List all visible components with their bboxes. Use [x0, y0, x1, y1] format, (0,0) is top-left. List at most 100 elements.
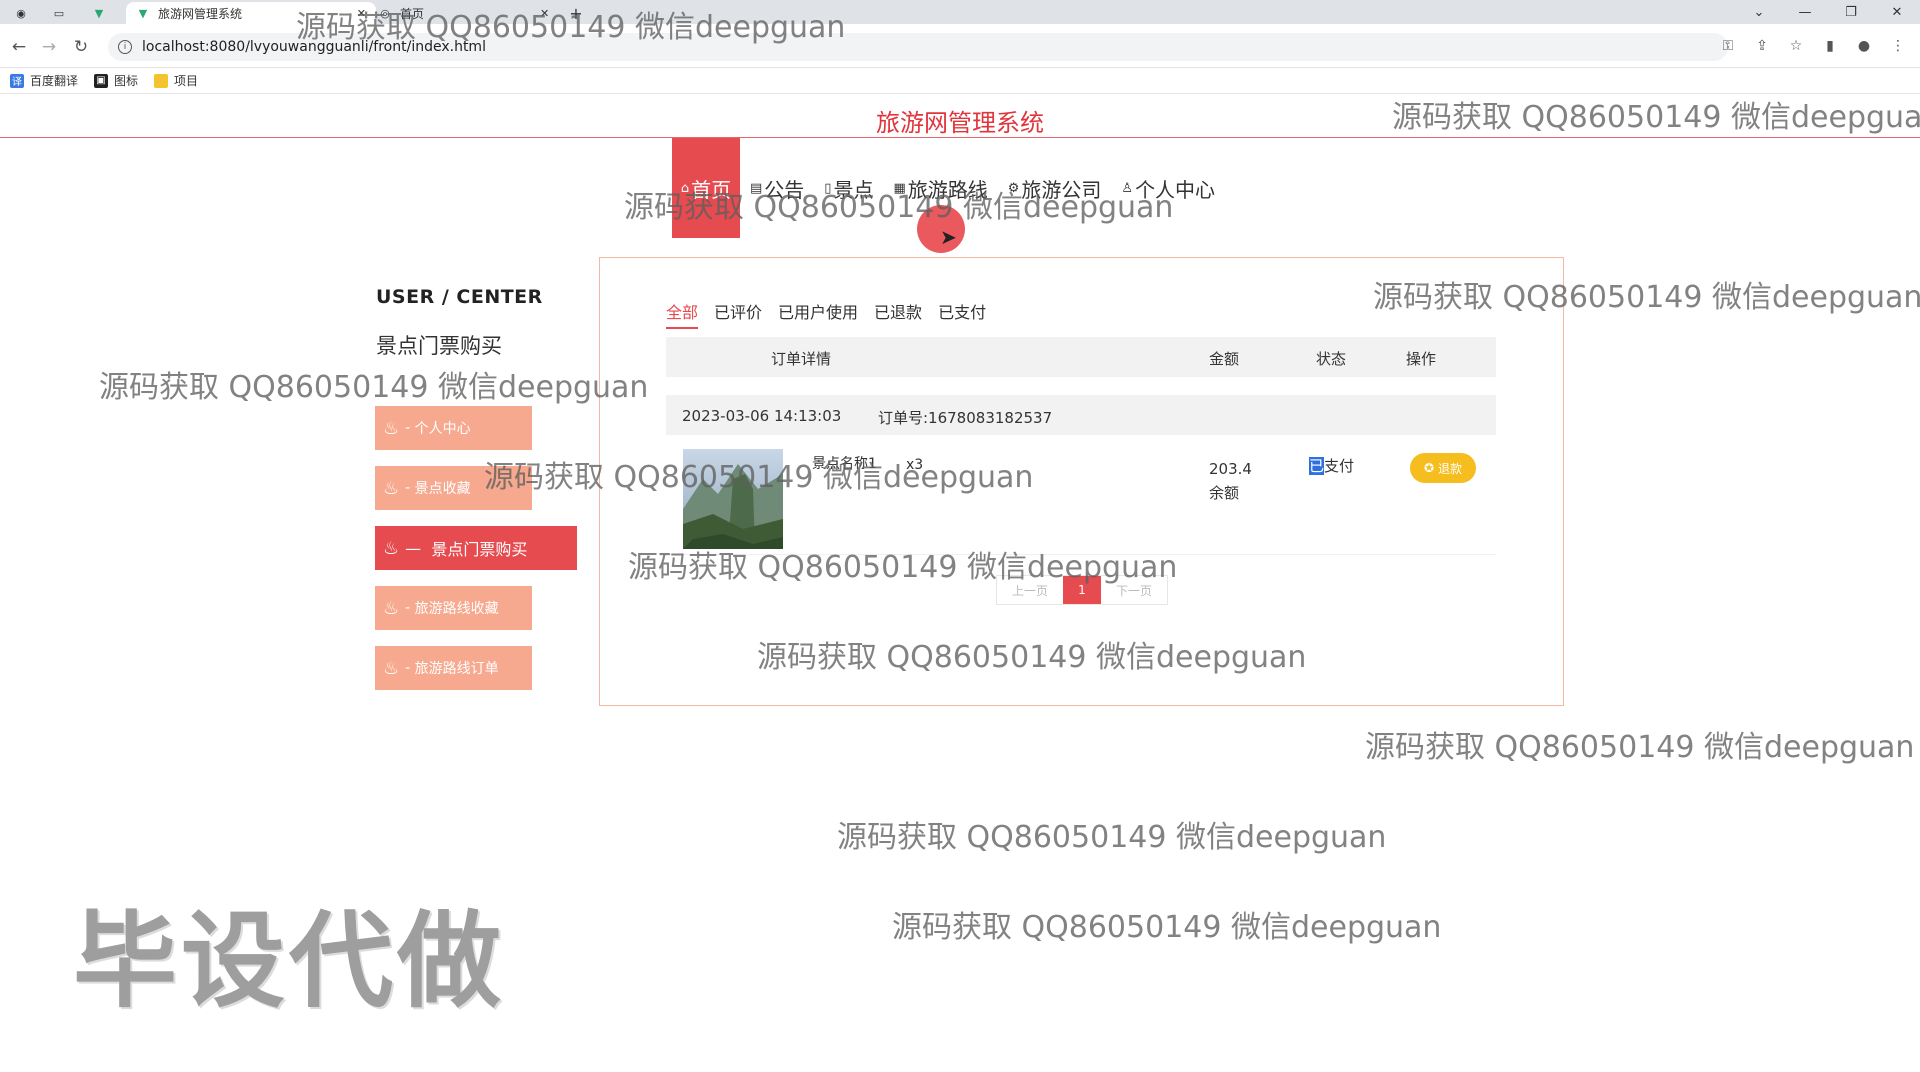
url-field[interactable]: i localhost:8080/lvyouwangguanli/front/i… [108, 33, 1728, 61]
bookmarks-bar: 译百度翻译 ▣ 图标 项目 [0, 68, 1920, 94]
forward-icon[interactable]: → [38, 36, 60, 58]
tab-used[interactable]: 已用户使用 [778, 299, 858, 329]
tab-reviewed[interactable]: 已评价 [714, 299, 762, 329]
item-prefix: - [405, 480, 411, 496]
vue-icon: ▼ [138, 6, 148, 20]
company-icon: ⚙ [1007, 180, 1020, 196]
address-bar-actions: ⚿ ⇪ ☆ ▮ ● ⋮ [1718, 36, 1908, 56]
user-center-heading: USER / CENTER [376, 286, 543, 308]
share-icon[interactable]: ⇪ [1752, 36, 1772, 56]
tab-pinned[interactable]: ◉ [14, 2, 36, 24]
item-prefix: — [405, 538, 422, 558]
tab2-title: 首页 [400, 6, 425, 21]
tab-vue[interactable]: ▼ [92, 2, 114, 24]
watermark: 源码获取 QQ86050149 微信deepguan [892, 910, 1442, 945]
site-info-icon[interactable]: i [118, 40, 132, 54]
tab-active[interactable]: ▼ 旅游网管理系统 ✕ [126, 2, 376, 24]
globe-icon: ◉ [16, 6, 26, 20]
watermark: 源码获取 QQ86050149 微信deepguan [1365, 730, 1915, 765]
bookmark-project[interactable]: 项目 [154, 72, 198, 89]
status-text: 支付 [1324, 457, 1355, 475]
scenic-icon: ▯ [824, 180, 832, 196]
tab-title: 旅游网管理系统 [158, 6, 243, 21]
tab-search-icon[interactable]: ⌄ [1736, 0, 1782, 24]
sidebar-item-user-center[interactable]: ♨ - 个人中心 [375, 406, 532, 450]
refund-button[interactable]: ✪ 退款 [1410, 453, 1476, 483]
nav-scenic[interactable]: ▯ 景点 [814, 138, 883, 238]
window-close-icon[interactable]: ✕ [1874, 0, 1920, 24]
bookmark-label: 图标 [114, 74, 139, 88]
refund-icon: ✪ [1423, 461, 1435, 475]
nav-home[interactable]: ⌂ 首页 [672, 138, 740, 238]
orders-panel: 全部 已评价 已用户使用 已退款 已支付 订单详情 金额 状态 操作 2023-… [599, 257, 1564, 706]
vue-icon: ▼ [94, 6, 104, 20]
back-icon[interactable]: ← [8, 36, 30, 58]
bookmark-label: 项目 [174, 74, 199, 88]
nav-label: 景点 [833, 177, 874, 202]
sidebar-item-label: 个人中心 [414, 421, 471, 437]
image-icon: ▣ [94, 73, 109, 88]
watermark: 源码获取 QQ86050149 微信deepguan [837, 820, 1387, 855]
sidebar-item-route-favorites[interactable]: ♨ - 旅游路线收藏 [375, 586, 532, 630]
flame-icon: ♨ [383, 597, 400, 619]
user-icon: ♙ [1121, 180, 1134, 196]
col-details: 订单详情 [771, 350, 832, 368]
nav-notice[interactable]: ▤ 公告 [740, 138, 814, 238]
sidepanel-icon[interactable]: ▮ [1820, 36, 1840, 56]
minimize-icon[interactable]: — [1782, 0, 1828, 24]
new-tab-icon[interactable]: + [569, 4, 582, 23]
tab-blank[interactable]: ▭ [52, 2, 74, 24]
bookmark-icons[interactable]: ▣ 图标 [94, 72, 138, 89]
tab-second[interactable]: ◎ 首页 ✕ + [378, 2, 582, 24]
watermark: 源码获取 QQ86050149 微信deepguan [99, 370, 649, 405]
next-page-button[interactable]: 下一页 [1101, 576, 1167, 604]
restore-icon[interactable]: ❐ [1828, 0, 1874, 24]
product-quantity: x3 [906, 457, 924, 473]
status-selected-text: 已 [1309, 457, 1325, 475]
current-page[interactable]: 1 [1063, 576, 1101, 604]
profile-icon[interactable]: ● [1854, 36, 1874, 56]
scenic-thumbnail[interactable] [683, 449, 783, 549]
col-amount: 金额 [1209, 350, 1240, 368]
nav-label: 首页 [691, 177, 732, 202]
sidebar-item-ticket-purchase[interactable]: ♨ — 景点门票购买 [375, 526, 577, 570]
orders-table-header: 订单详情 金额 状态 操作 [666, 337, 1496, 377]
notice-icon: ▤ [750, 180, 763, 196]
site-title: 旅游网管理系统 [876, 109, 1044, 137]
close-icon[interactable]: ✕ [540, 7, 549, 20]
order-amount: 203.4 余额 [1209, 457, 1252, 505]
sidebar-item-route-orders[interactable]: ♨ - 旅游路线订单 [375, 646, 532, 690]
nav-company[interactable]: ⚙ 旅游公司 [998, 138, 1112, 238]
product-name[interactable]: 景点名称1 [812, 455, 882, 473]
tab-refunded[interactable]: 已退款 [874, 299, 922, 329]
order-filter-tabs: 全部 已评价 已用户使用 已退款 已支付 [666, 299, 986, 329]
address-bar-row: ← → ↻ i localhost:8080/lvyouwangguanli/f… [0, 24, 1920, 68]
order-row: 景点名称1 x3 203.4 余额 已支付 ✪ 退款 [666, 435, 1496, 555]
item-prefix: - [405, 420, 411, 436]
menu-icon[interactable]: ⋮ [1888, 36, 1908, 56]
sidebar-item-label: 景点收藏 [414, 481, 471, 497]
amount-value: 203.4 [1209, 460, 1252, 478]
col-action: 操作 [1406, 350, 1437, 368]
nav-user-center[interactable]: ♙ 个人中心 [1111, 138, 1225, 238]
star-icon[interactable]: ☆ [1786, 36, 1806, 56]
current-section-title: 景点门票购买 [376, 334, 502, 358]
sidebar-item-label: 旅游路线收藏 [414, 601, 499, 617]
nav-label: 个人中心 [1135, 177, 1216, 202]
window-controls: ⌄ — ❐ ✕ [1736, 0, 1920, 24]
tab-all[interactable]: 全部 [666, 299, 699, 329]
bookmark-translate[interactable]: 译百度翻译 [10, 72, 78, 89]
prev-page-button[interactable]: 上一页 [997, 576, 1063, 604]
key-icon[interactable]: ⚿ [1718, 36, 1738, 56]
refund-label: 退款 [1438, 461, 1463, 476]
tab-paid[interactable]: 已支付 [938, 299, 986, 329]
pay-method: 余额 [1209, 484, 1240, 502]
close-icon[interactable]: ✕ [357, 7, 366, 20]
folder-icon [154, 73, 169, 88]
order-number: 订单号:1678083182537 [878, 409, 1053, 427]
nav-label: 旅游路线 [907, 177, 988, 202]
reload-icon[interactable]: ↻ [70, 36, 92, 58]
globe-icon: ◎ [380, 6, 390, 20]
home-icon: ⌂ [680, 180, 690, 196]
sidebar-item-scenic-favorites[interactable]: ♨ - 景点收藏 [375, 466, 532, 510]
